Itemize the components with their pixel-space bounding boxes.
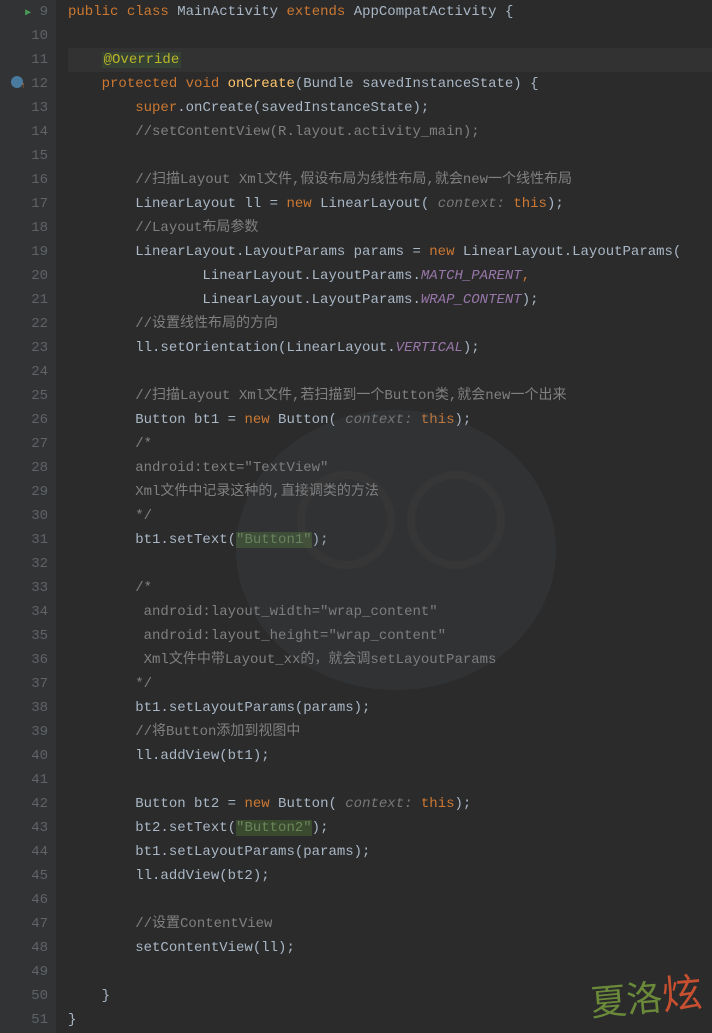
code-line: //扫描Layout Xml文件,假设布局为线性布局,就会new一个线性布局 (68, 168, 712, 192)
gutter: ▶ 9 10 11 12 13 14 15 16 17 18 19 20 21 … (0, 0, 56, 1033)
code-line: //扫描Layout Xml文件,若扫描到一个Button类,就会new一个出来 (68, 384, 712, 408)
code-line: @Override (68, 48, 712, 72)
line-number: 47 (0, 912, 48, 936)
code-line: //设置线性布局的方向 (68, 312, 712, 336)
line-number: 41 (0, 768, 48, 792)
line-number: 10 (0, 24, 48, 48)
code-line: //setContentView(R.layout.activity_main)… (68, 120, 712, 144)
line-number: 36 (0, 648, 48, 672)
code-line: android:text="TextView" (68, 456, 712, 480)
code-line: bt1.setLayoutParams(params); (68, 840, 712, 864)
line-number: 45 (0, 864, 48, 888)
line-number: 20 (0, 264, 48, 288)
code-line: Xml文件中带Layout_xx的，就会调setLayoutParams (68, 648, 712, 672)
line-number: 35 (0, 624, 48, 648)
code-line: super.onCreate(savedInstanceState); (68, 96, 712, 120)
code-line (68, 888, 712, 912)
line-number: ▶ 9 (0, 0, 48, 24)
line-number: 37 (0, 672, 48, 696)
code-line: /* (68, 432, 712, 456)
code-line: */ (68, 672, 712, 696)
code-line: android:layout_height="wrap_content" (68, 624, 712, 648)
code-line: protected void onCreate(Bundle savedInst… (68, 72, 712, 96)
line-number: 16 (0, 168, 48, 192)
code-line: bt1.setLayoutParams(params); (68, 696, 712, 720)
line-number: 48 (0, 936, 48, 960)
line-number: 42 (0, 792, 48, 816)
code-area[interactable]: public class MainActivity extends AppCom… (56, 0, 712, 1033)
line-number: 17 (0, 192, 48, 216)
code-line (68, 768, 712, 792)
code-line (68, 552, 712, 576)
code-line: public class MainActivity extends AppCom… (68, 0, 712, 24)
line-number: 13 (0, 96, 48, 120)
code-line (68, 24, 712, 48)
code-line: } (68, 1008, 712, 1032)
code-line: } (68, 984, 712, 1008)
code-line: ll.addView(bt1); (68, 744, 712, 768)
code-line: //将Button添加到视图中 (68, 720, 712, 744)
code-line: ll.addView(bt2); (68, 864, 712, 888)
line-number: 15 (0, 144, 48, 168)
code-line: LinearLayout.LayoutParams.WRAP_CONTENT); (68, 288, 712, 312)
code-line: android:layout_width="wrap_content" (68, 600, 712, 624)
line-number: 39 (0, 720, 48, 744)
code-line: LinearLayout.LayoutParams params = new L… (68, 240, 712, 264)
line-number: 50 (0, 984, 48, 1008)
line-number: 34 (0, 600, 48, 624)
line-number: 40 (0, 744, 48, 768)
code-line: setContentView(ll); (68, 936, 712, 960)
code-line: LinearLayout.LayoutParams.MATCH_PARENT, (68, 264, 712, 288)
code-line: Xml文件中记录这种的,直接调类的方法 (68, 480, 712, 504)
line-number: 31 (0, 528, 48, 552)
code-line: Button bt1 = new Button( context: this); (68, 408, 712, 432)
line-number: 11 (0, 48, 48, 72)
line-number: 29 (0, 480, 48, 504)
code-line: //设置ContentView (68, 912, 712, 936)
code-line: bt2.setText("Button2"); (68, 816, 712, 840)
line-number: 46 (0, 888, 48, 912)
code-editor[interactable]: ▶ 9 10 11 12 13 14 15 16 17 18 19 20 21 … (0, 0, 712, 1033)
line-number: 22 (0, 312, 48, 336)
line-number: 14 (0, 120, 48, 144)
line-number: 28 (0, 456, 48, 480)
line-number: 44 (0, 840, 48, 864)
line-number: 49 (0, 960, 48, 984)
line-number: 32 (0, 552, 48, 576)
run-icon[interactable]: ▶ (25, 8, 31, 19)
line-number: 27 (0, 432, 48, 456)
line-number: 26 (0, 408, 48, 432)
line-number: 21 (0, 288, 48, 312)
line-number: 18 (0, 216, 48, 240)
line-number: 51 (0, 1008, 48, 1032)
line-number: 33 (0, 576, 48, 600)
code-line (68, 360, 712, 384)
override-icon[interactable] (11, 76, 23, 88)
code-line: ll.setOrientation(LinearLayout.VERTICAL)… (68, 336, 712, 360)
code-line (68, 144, 712, 168)
line-number: 25 (0, 384, 48, 408)
code-line: bt1.setText("Button1"); (68, 528, 712, 552)
line-number: 24 (0, 360, 48, 384)
line-number: 19 (0, 240, 48, 264)
code-line: //Layout布局参数 (68, 216, 712, 240)
code-line: Button bt2 = new Button( context: this); (68, 792, 712, 816)
code-line (68, 960, 712, 984)
code-line: LinearLayout ll = new LinearLayout( cont… (68, 192, 712, 216)
line-number: 43 (0, 816, 48, 840)
code-line: /* (68, 576, 712, 600)
line-number: 23 (0, 336, 48, 360)
line-number: 38 (0, 696, 48, 720)
line-number: 30 (0, 504, 48, 528)
code-line: */ (68, 504, 712, 528)
line-number: 12 (0, 72, 48, 96)
